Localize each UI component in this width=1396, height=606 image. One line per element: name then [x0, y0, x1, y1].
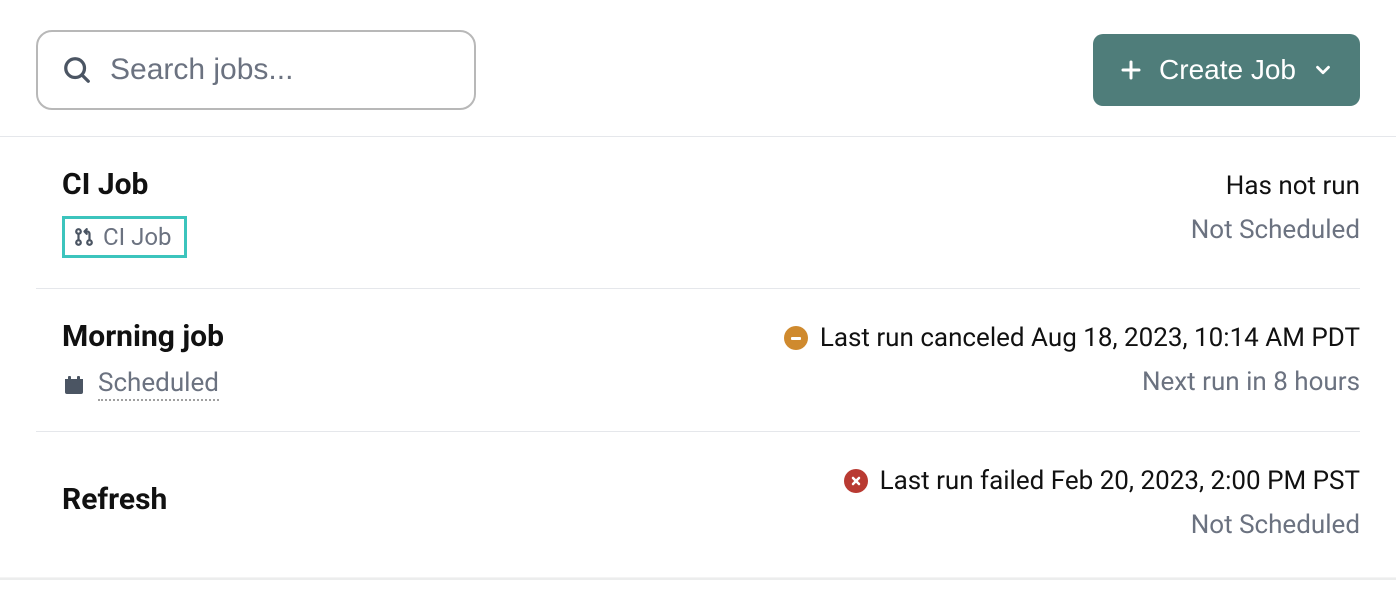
- job-status-secondary: Not Scheduled: [1191, 215, 1360, 245]
- failed-icon: [844, 469, 868, 493]
- scheduled-label: Scheduled: [98, 368, 219, 401]
- job-left: CI Job CI Job: [62, 167, 187, 258]
- job-status-secondary: Next run in 8 hours: [1142, 367, 1360, 397]
- status-primary-text: Has not run: [1226, 171, 1360, 201]
- scheduled-badge[interactable]: Scheduled: [62, 368, 224, 401]
- job-left: Refresh: [62, 462, 167, 517]
- job-status-primary: Has not run: [1226, 171, 1360, 201]
- job-title: Refresh: [62, 482, 167, 517]
- search-icon: [62, 55, 92, 85]
- create-job-button[interactable]: Create Job: [1093, 34, 1360, 106]
- job-row[interactable]: CI Job CI Job Has not run Not Scheduled: [36, 137, 1360, 289]
- job-status-primary: Last run canceled Aug 18, 2023, 10:14 AM…: [784, 323, 1360, 353]
- job-row[interactable]: Refresh Last run failed Feb 20, 2023, 2:…: [36, 432, 1360, 570]
- job-status-secondary: Not Scheduled: [1191, 510, 1360, 540]
- chevron-down-icon: [1312, 59, 1334, 81]
- toolbar: Create Job: [36, 30, 1360, 136]
- job-right: Has not run Not Scheduled: [1191, 167, 1360, 245]
- ci-job-badge[interactable]: CI Job: [62, 216, 187, 258]
- plus-icon: [1119, 58, 1143, 82]
- search-input[interactable]: [110, 53, 450, 87]
- job-title: CI Job: [62, 167, 187, 202]
- canceled-icon: [784, 326, 808, 350]
- create-job-label: Create Job: [1159, 54, 1296, 86]
- pull-request-icon: [73, 226, 95, 248]
- page-bottom-border: [0, 578, 1396, 580]
- status-primary-text: Last run canceled Aug 18, 2023, 10:14 AM…: [820, 323, 1360, 353]
- job-row[interactable]: Morning job Scheduled Last run canceled …: [36, 289, 1360, 432]
- job-right: Last run failed Feb 20, 2023, 2:00 PM PS…: [844, 462, 1360, 540]
- calendar-icon: [62, 373, 86, 397]
- ci-badge-label: CI Job: [103, 223, 172, 251]
- job-status-primary: Last run failed Feb 20, 2023, 2:00 PM PS…: [844, 466, 1360, 496]
- job-right: Last run canceled Aug 18, 2023, 10:14 AM…: [784, 319, 1360, 397]
- job-title: Morning job: [62, 319, 224, 354]
- job-left: Morning job Scheduled: [62, 319, 224, 401]
- status-primary-text: Last run failed Feb 20, 2023, 2:00 PM PS…: [880, 466, 1360, 496]
- search-field[interactable]: [36, 30, 476, 110]
